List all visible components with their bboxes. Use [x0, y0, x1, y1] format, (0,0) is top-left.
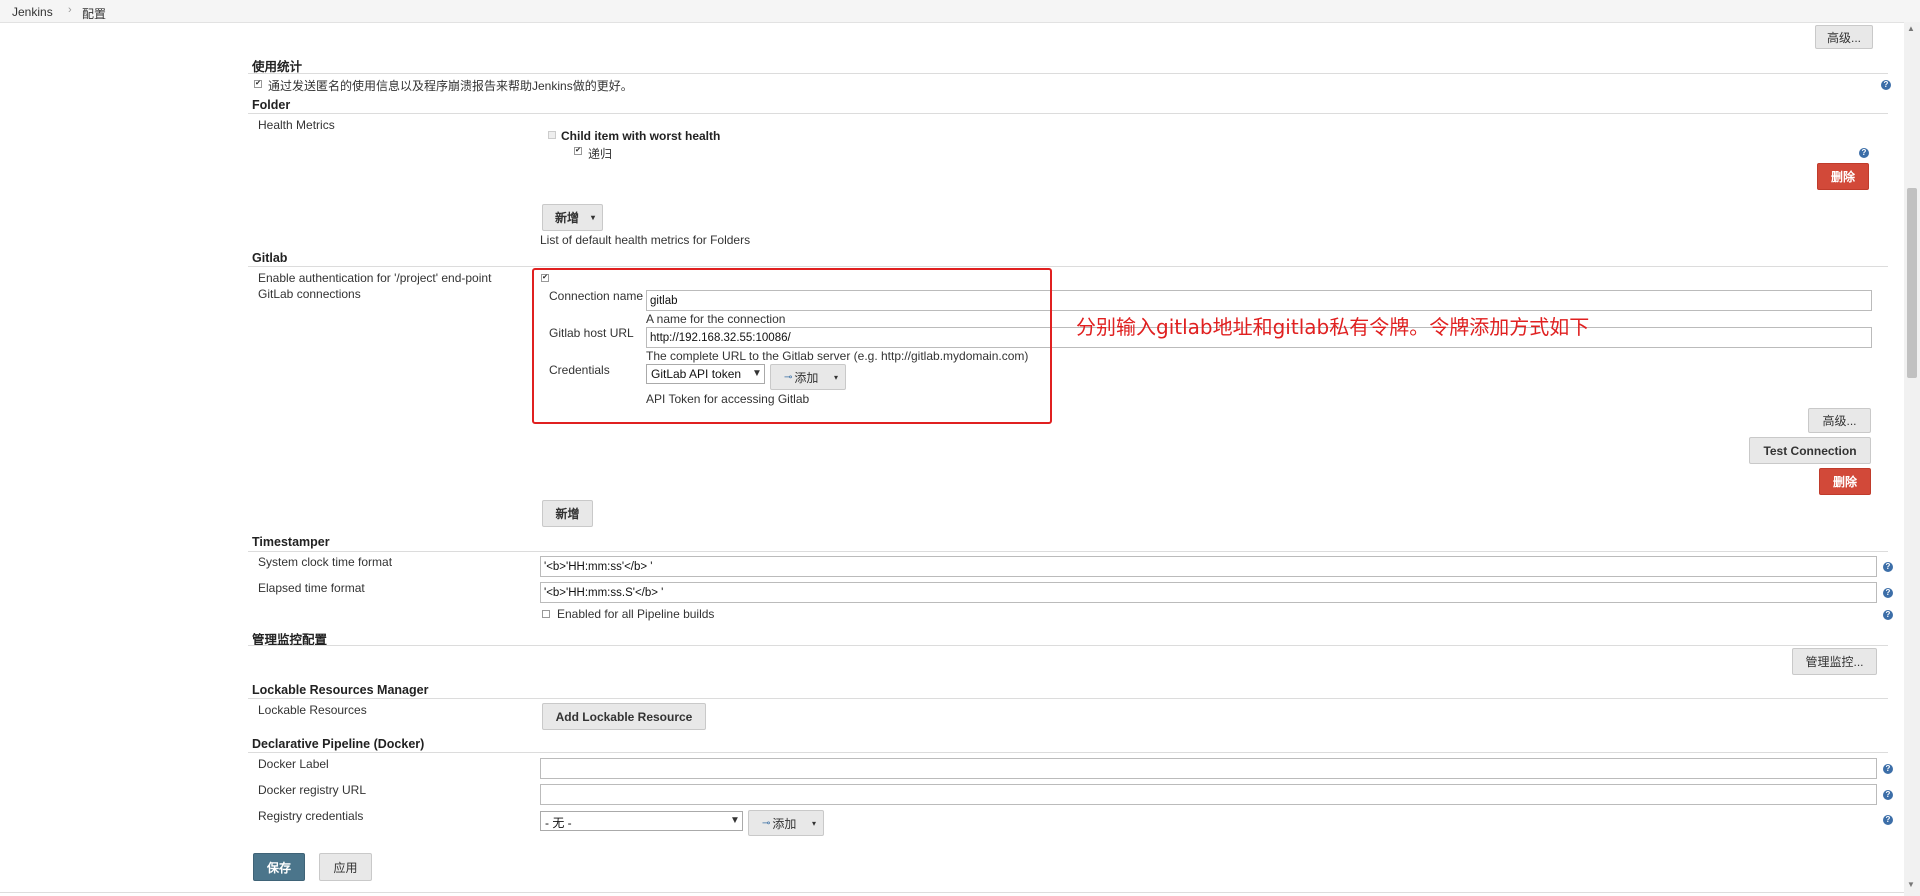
pipeline-checkbox[interactable]	[542, 610, 550, 618]
usage-stats-checkbox[interactable]: ✔	[254, 80, 262, 88]
breadcrumb-separator: ›	[68, 4, 72, 16]
help-icon[interactable]: ?	[1859, 148, 1869, 158]
add-button-gitlab[interactable]: 新增	[542, 500, 593, 527]
delete-button-gitlab[interactable]: 删除	[1819, 468, 1871, 495]
docker-label-label: Docker Label	[258, 757, 329, 771]
pipeline-label: Enabled for all Pipeline builds	[557, 607, 715, 621]
help-icon[interactable]: ?	[1883, 815, 1893, 825]
docker-registry-url-label: Docker registry URL	[258, 783, 367, 797]
section-title-lockable: Lockable Resources Manager	[252, 683, 429, 697]
chevron-down-icon: ▾	[591, 213, 596, 222]
annotation-text: 分别输入gitlab地址和gitlab私有令牌。令牌添加方式如下	[1076, 315, 1590, 339]
manage-monitors-button[interactable]: 管理监控...	[1792, 648, 1877, 675]
divider	[248, 551, 1888, 552]
add-lockable-resource-button[interactable]: Add Lockable Resource	[542, 703, 706, 730]
divider	[248, 645, 1888, 646]
divider	[248, 266, 1888, 267]
registry-credentials-label: Registry credentials	[258, 809, 364, 823]
test-connection-button[interactable]: Test Connection	[1749, 437, 1871, 464]
lockable-resources-label: Lockable Resources	[258, 703, 367, 717]
section-title-gitlab: Gitlab	[252, 251, 288, 265]
add-registry-credentials-button[interactable]: ⊸ 添加 ▾	[748, 810, 824, 836]
docker-registry-url-input[interactable]	[540, 784, 1877, 805]
system-clock-label: System clock time format	[258, 555, 393, 569]
recursive-label: 递归	[588, 147, 613, 161]
delete-button-folder[interactable]: 删除	[1817, 163, 1869, 190]
key-icon: ⊸	[762, 817, 771, 829]
add-registry-credentials-label: 添加	[772, 816, 797, 831]
section-title-docker: Declarative Pipeline (Docker)	[252, 737, 425, 751]
help-icon[interactable]: ?	[1881, 80, 1891, 90]
apply-button[interactable]: 应用	[319, 853, 372, 881]
gitlab-auth-label: Enable authentication for '/project' end…	[258, 271, 492, 285]
gitlab-connections-label: GitLab connections	[258, 287, 361, 301]
health-metrics-label: Health Metrics	[258, 118, 335, 132]
registry-credentials-value: - 无 -	[545, 816, 572, 830]
help-icon[interactable]: ?	[1883, 790, 1893, 800]
divider	[248, 698, 1888, 699]
scroll-down-icon[interactable]: ▼	[1907, 880, 1915, 889]
help-icon[interactable]: ?	[1883, 588, 1893, 598]
add-button-label: 新增	[555, 211, 580, 225]
annotation-highlight-box	[532, 268, 1052, 424]
folder-description: List of default health metrics for Folde…	[540, 233, 751, 247]
help-icon[interactable]: ?	[1883, 764, 1893, 774]
registry-credentials-select[interactable]: - 无 - ▼	[540, 811, 743, 831]
elapsed-time-label: Elapsed time format	[258, 581, 365, 595]
scrollbar-thumb[interactable]	[1907, 188, 1917, 378]
save-button[interactable]: 保存	[253, 853, 305, 881]
elapsed-time-input[interactable]	[540, 582, 1877, 603]
drag-handle-icon[interactable]	[548, 131, 556, 139]
recursive-checkbox[interactable]: ✔	[574, 147, 582, 155]
scrollbar[interactable]	[1904, 22, 1920, 896]
breadcrumb-config[interactable]: 配置	[82, 5, 106, 22]
system-clock-input[interactable]	[540, 556, 1877, 577]
child-item-label: Child item with worst health	[561, 129, 721, 143]
divider	[0, 892, 1904, 893]
docker-label-input[interactable]	[540, 758, 1877, 779]
divider	[248, 73, 1888, 74]
section-title-folder: Folder	[252, 98, 291, 112]
advanced-button-top[interactable]: 高级...	[1815, 25, 1873, 49]
divider	[248, 113, 1888, 114]
advanced-button-gitlab[interactable]: 高级...	[1808, 408, 1871, 433]
add-button-folder[interactable]: 新增 ▾	[542, 204, 603, 231]
section-title-timestamper: Timestamper	[252, 535, 330, 549]
breadcrumb: Jenkins › 配置	[0, 0, 1920, 23]
chevron-down-icon: ▾	[812, 819, 817, 828]
usage-stats-label: 通过发送匿名的使用信息以及程序崩溃报告来帮助Jenkins做的更好。	[268, 79, 633, 93]
help-icon[interactable]: ?	[1883, 610, 1893, 620]
divider	[248, 752, 1888, 753]
breadcrumb-jenkins[interactable]: Jenkins	[12, 5, 53, 19]
help-icon[interactable]: ?	[1883, 562, 1893, 572]
chevron-down-icon: ▼	[730, 815, 740, 826]
scroll-up-icon[interactable]: ▲	[1907, 24, 1915, 33]
